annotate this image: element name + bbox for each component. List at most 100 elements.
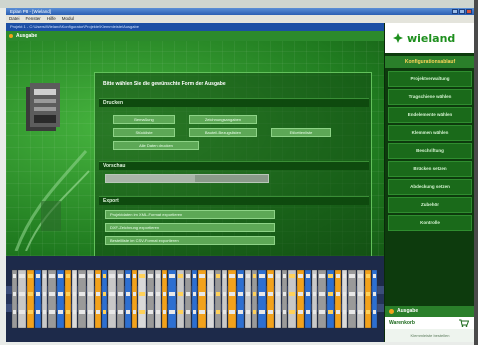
terminal-screw <box>373 310 376 314</box>
terminal-screw <box>88 274 93 278</box>
terminal-screw <box>139 292 145 296</box>
terminal-screw <box>96 274 100 278</box>
terminal-screw <box>313 292 316 296</box>
terminal-block <box>197 269 207 329</box>
cart-subtext[interactable]: Klemmleiste bestellen <box>385 329 474 342</box>
terminal-block <box>334 269 342 329</box>
terminal-screw <box>109 292 115 296</box>
terminal-screw <box>193 292 196 296</box>
terminal-screw <box>43 274 46 278</box>
sidebar-item-output[interactable]: Ausgabe <box>385 306 474 317</box>
terminal-block <box>341 269 348 329</box>
right-edge <box>474 0 478 345</box>
terminal-screw <box>283 310 286 314</box>
menu-file[interactable]: Datei <box>9 15 20 23</box>
sidebar-item-bridges[interactable]: Brücken setzen <box>388 161 472 177</box>
terminal-screw <box>289 274 295 278</box>
terminal-screw <box>268 274 273 278</box>
sidebar-item-labeling[interactable]: Beschriftung <box>388 143 472 159</box>
export-dxf-button[interactable]: DXF-Zeichnung exportieren <box>105 223 275 232</box>
window-top-strip <box>0 0 478 8</box>
terminal-block <box>227 269 237 329</box>
minimize-button[interactable] <box>452 9 458 14</box>
sidebar-item-rail[interactable]: Tragschiene wählen <box>388 89 472 105</box>
terminal-screw <box>133 310 136 314</box>
window-controls <box>452 9 472 14</box>
terminal-screw <box>208 292 213 296</box>
dialog-prompt: Bitte wählen Sie die gewünschte Form der… <box>103 81 226 87</box>
terminal-screw <box>223 274 226 278</box>
print-label-list-button[interactable]: Etikettenliste <box>271 128 331 137</box>
print-parts-list-button[interactable]: Stückliste <box>113 128 175 137</box>
export-csv-button[interactable]: Bestellliste im CSV-Format exportieren <box>105 236 275 245</box>
terminal-block <box>296 269 305 329</box>
print-drawing-info-button[interactable]: Zeichnungsangaben <box>189 115 257 124</box>
terminal-screw <box>103 310 106 314</box>
terminal-block <box>101 269 108 329</box>
title-bar: Eplan P8 - [Wieland] <box>6 8 474 15</box>
terminal-device-icon <box>26 83 60 131</box>
terminal-screw <box>139 274 145 278</box>
terminal-screw <box>319 274 325 278</box>
terminal-screw <box>208 274 213 278</box>
terminal-screw <box>349 310 355 314</box>
terminal-block <box>191 269 198 329</box>
print-reference-list-button[interactable]: Bauteil-Bezugslisten <box>189 128 257 137</box>
terminal-screw <box>88 292 93 296</box>
terminal-screw <box>306 292 310 296</box>
terminal-screw <box>19 274 25 278</box>
terminal-screw <box>298 274 303 278</box>
terminal-screw <box>229 310 235 314</box>
terminal-screw <box>298 310 303 314</box>
close-button[interactable] <box>466 9 472 14</box>
menu-help[interactable]: Hilfe <box>47 15 56 23</box>
terminal-screw <box>126 310 130 314</box>
wieland-logo-icon <box>393 33 403 43</box>
terminal-block <box>266 269 275 329</box>
sidebar-item-accessories[interactable]: Zubehör <box>388 197 472 213</box>
terminal-screw <box>343 292 346 296</box>
terminal-block <box>107 269 117 329</box>
terminal-screw <box>148 274 153 278</box>
terminal-block <box>364 269 372 329</box>
terminal-screw <box>199 310 205 314</box>
terminal-screw <box>49 274 55 278</box>
terminal-block <box>71 269 78 329</box>
terminal-screw <box>186 274 190 278</box>
terminal-screw <box>148 310 153 314</box>
sidebar-item-covers[interactable]: Abdeckung setzen <box>388 179 472 195</box>
terminal-screw <box>79 310 85 314</box>
output-dialog: Bitte wählen Sie die gewünschte Form der… <box>94 72 372 256</box>
terminal-screw <box>178 274 183 278</box>
active-step-icon <box>389 309 394 314</box>
sidebar-item-check[interactable]: Kontrolle <box>388 215 472 231</box>
section-preview: Vorschau <box>99 161 369 170</box>
terminal-block <box>214 269 222 329</box>
export-xml-button[interactable]: Projektdaten im XML-Format exportieren <box>105 210 275 219</box>
sidebar-item-project[interactable]: Projektverwaltung <box>388 71 472 87</box>
terminal-screw <box>276 292 280 296</box>
terminal-screw <box>223 310 226 314</box>
terminal-screw <box>36 310 40 314</box>
print-dimensions-button[interactable]: Bemaßung <box>113 115 175 124</box>
terminal-screw <box>216 274 220 278</box>
terminal-block <box>11 269 18 329</box>
print-all-button[interactable]: Alle Daten drucken <box>113 141 199 150</box>
sidebar-item-terminals[interactable]: Klemmen wählen <box>388 125 472 141</box>
terminal-block <box>257 269 267 329</box>
terminal-rail-preview[interactable] <box>6 256 384 342</box>
brand-name: wieland <box>407 31 456 45</box>
terminal-block <box>34 269 42 329</box>
terminal-screw <box>163 310 166 314</box>
menu-window[interactable]: Fenster <box>26 15 41 23</box>
progress-bar <box>105 174 269 183</box>
terminal-screw <box>36 274 40 278</box>
maximize-button[interactable] <box>459 9 465 14</box>
terminal-screw <box>148 292 153 296</box>
menu-module[interactable]: Modul <box>62 15 74 23</box>
terminal-screw <box>319 292 325 296</box>
cart-bar[interactable]: Warenkorb <box>385 317 474 329</box>
terminal-screw <box>43 292 46 296</box>
terminal-block <box>281 269 288 329</box>
sidebar-item-end-elements[interactable]: Endelemente wählen <box>388 107 472 123</box>
